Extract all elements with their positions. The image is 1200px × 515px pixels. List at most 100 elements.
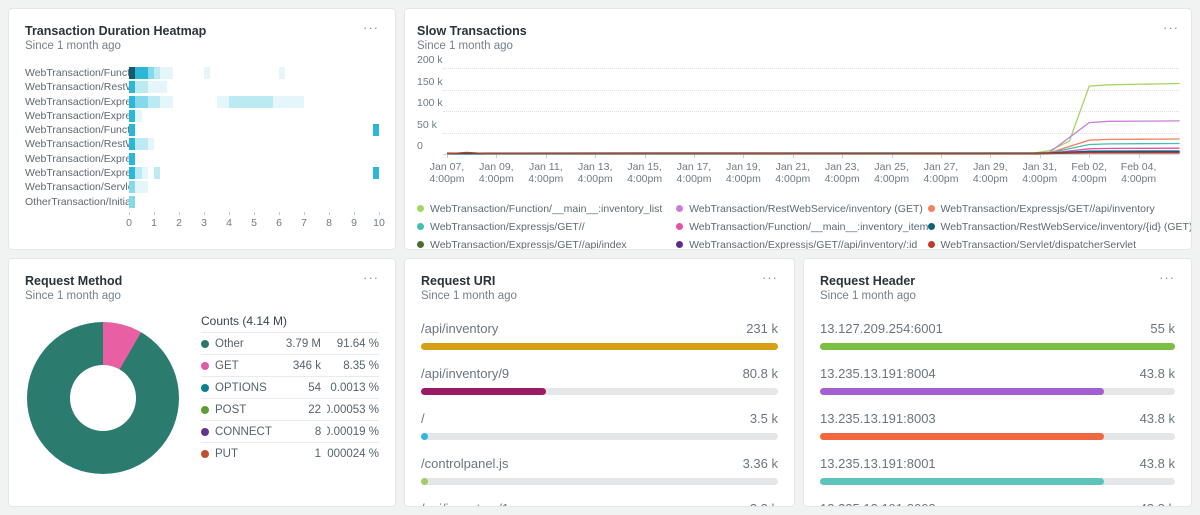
heatmap-axis-tick-label: 0 [126, 217, 132, 229]
counts-table-row[interactable]: PUT10.000024 % [201, 442, 379, 464]
heatmap-row-label: WebTransaction/RestW... [25, 80, 129, 94]
panel-subtitle: Since 1 month ago [417, 39, 527, 54]
header-row[interactable]: 13.235.13.191:800243.8 k [820, 501, 1175, 507]
panel-request-method: Request Method Since 1 month ago ··· Cou… [8, 258, 396, 507]
heatmap-axis-tick [379, 212, 380, 215]
x-axis-tick [793, 155, 794, 158]
header-row[interactable]: 13.235.13.191:800443.8 k [820, 366, 1175, 395]
legend-item[interactable]: WebTransaction/Function/__main__:invento… [417, 202, 676, 216]
tick-date: Jan 07, [429, 161, 464, 173]
bar-fill [421, 343, 778, 350]
legend-item[interactable]: WebTransaction/Expressjs/GET//api/invent… [928, 202, 1179, 216]
method-label: CONNECT [215, 426, 272, 438]
uri-row[interactable]: /3.5 k [421, 411, 778, 440]
method-count: 3.79 M [271, 338, 321, 350]
bar-track [820, 433, 1175, 440]
counts-table-row[interactable]: GET346 k8.35 % [201, 354, 379, 376]
heatmap-axis-tick-label: 10 [373, 217, 385, 229]
heatmap-axis-tick [229, 212, 230, 215]
x-axis-tick [694, 155, 695, 158]
counts-table-row[interactable]: OPTIONS540.0013 % [201, 376, 379, 398]
header-label: 13.235.13.191:8003 [820, 411, 936, 427]
tick-time: 4:00pm [528, 173, 563, 185]
method-count: 8 [272, 426, 322, 438]
heatmap-axis-tick [254, 212, 255, 215]
legend-item[interactable]: WebTransaction/RestWebService/inventory/… [928, 220, 1179, 234]
header-label: 13.127.209.254:6001 [820, 321, 943, 337]
header-row[interactable]: 13.235.13.191:8003 43.8 k [820, 411, 1175, 440]
panel-subtitle: Since 1 month ago [25, 289, 122, 304]
counts-table-row[interactable]: CONNECT80.00019 % [201, 420, 379, 442]
tick-time: 4:00pm [1121, 173, 1157, 185]
heatmap-axis-tick-label: 7 [301, 217, 307, 229]
legend-dot-icon [676, 223, 683, 230]
method-label: POST [215, 404, 271, 416]
tick-date: Feb 02, [1071, 161, 1107, 173]
heatmap-axis-tick-label: 6 [276, 217, 282, 229]
uri-row[interactable]: /api/inventory231 k [421, 321, 778, 350]
uri-label: /api/inventory/9 [421, 366, 509, 382]
uri-row[interactable]: /api/inventory/980.8 k [421, 366, 778, 395]
x-axis-tick [990, 155, 991, 158]
heatmap-row-label: WebTransaction/Functi... [25, 123, 129, 137]
heatmap-axis-tick [179, 212, 180, 215]
heatmap-axis-tick [279, 212, 280, 215]
tick-date: Jan 21, [775, 161, 810, 173]
panel-header: Request URI Since 1 month ago ··· [421, 273, 778, 304]
heatmap-axis-tick-label: 2 [176, 217, 182, 229]
panel-menu-icon[interactable]: ··· [363, 273, 379, 283]
x-axis-tick [1139, 155, 1140, 158]
legend-item[interactable]: WebTransaction/Expressjs/GET// [417, 220, 676, 234]
method-percent-text: 91.64 % [337, 337, 379, 351]
x-axis-tick [941, 155, 942, 158]
legend-item[interactable]: WebTransaction/Expressjs/GET//api/index [417, 238, 676, 250]
panel-menu-icon[interactable]: ··· [762, 273, 778, 283]
counts-table-row[interactable]: POST220.00053 % [201, 398, 379, 420]
dashboard-row-bottom: Request Method Since 1 month ago ··· Cou… [8, 258, 1192, 507]
legend-dot-icon [928, 241, 935, 248]
x-axis-tick [496, 155, 497, 158]
uri-row[interactable]: /api/inventory/13.3 k [421, 501, 778, 507]
legend-item[interactable]: WebTransaction/Servlet/dispatcherServlet [928, 238, 1179, 250]
counts-table-row[interactable]: Other3.79 M91.64 % [201, 332, 379, 354]
x-axis-tick-label: Jan 17,4:00pm [676, 161, 711, 185]
header-row[interactable]: 13.127.209.254:600155 k [820, 321, 1175, 350]
line-chart-series [443, 60, 1181, 156]
request-method-table: Counts (4.14 M) Other3.79 M91.64 %GET346… [201, 314, 379, 474]
heatmap-row-cells [129, 109, 379, 123]
legend-item[interactable]: WebTransaction/Expressjs/GET//api/invent… [676, 238, 927, 250]
heatmap-cell [148, 138, 154, 150]
heatmap-x-axis: 012345678910 [129, 212, 379, 234]
x-axis-tick-label: Jan 11,4:00pm [528, 161, 563, 185]
tick-time: 4:00pm [676, 173, 711, 185]
x-axis-tick-label: Jan 19,4:00pm [726, 161, 761, 185]
heatmap-row: WebTransaction/Expre... [25, 95, 379, 109]
x-axis-tick [546, 155, 547, 158]
panel-menu-icon[interactable]: ··· [1159, 273, 1175, 283]
header-row[interactable]: 13.235.13.191:800143.8 k [820, 456, 1175, 485]
method-percent: 0.00053 % [327, 403, 379, 417]
heatmap-cell [279, 67, 285, 79]
uri-row[interactable]: /controlpanel.js3.36 k [421, 456, 778, 485]
panel-transaction-duration-heatmap: Transaction Duration Heatmap Since 1 mon… [8, 8, 396, 250]
panel-title: Transaction Duration Heatmap [25, 23, 206, 39]
legend-item[interactable]: WebTransaction/Function/__main__:invento… [676, 220, 927, 234]
legend-item[interactable]: WebTransaction/RestWebService/inventory … [676, 202, 927, 216]
heatmap-axis-tick-label: 5 [251, 217, 257, 229]
heatmap-cell [167, 96, 173, 108]
legend-label: WebTransaction/RestWebService/inventory/… [941, 220, 1192, 234]
heatmap-axis-tick-label: 3 [201, 217, 207, 229]
panel-request-uri: Request URI Since 1 month ago ··· /api/i… [404, 258, 795, 507]
bar-row-head: /3.5 k [421, 411, 778, 427]
counts-table-rows: Other3.79 M91.64 %GET346 k8.35 %OPTIONS5… [201, 332, 379, 464]
heatmap-axis-tick-label: 9 [351, 217, 357, 229]
legend-label: WebTransaction/RestWebService/inventory … [689, 202, 923, 216]
legend-dot-icon [201, 406, 209, 414]
header-value: 43.8 k [1140, 411, 1175, 427]
panel-menu-icon[interactable]: ··· [363, 23, 379, 33]
panel-header-text: Transaction Duration Heatmap Since 1 mon… [25, 23, 206, 54]
x-axis-tick-label: Jan 29,4:00pm [973, 161, 1008, 185]
panel-title: Request Method [25, 273, 122, 289]
method-label: OPTIONS [215, 382, 271, 394]
panel-menu-icon[interactable]: ··· [1163, 23, 1179, 33]
